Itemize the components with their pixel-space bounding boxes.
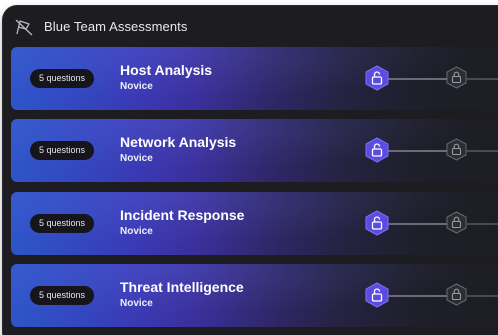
- assessment-level: Novice: [120, 298, 153, 309]
- panel-header: Blue Team Assessments: [3, 6, 498, 48]
- progress-track: [467, 223, 498, 225]
- page-title: Blue Team Assessments: [44, 19, 188, 34]
- progress-track: [385, 150, 449, 152]
- assessment-card-network-analysis[interactable]: 5 questions Network Analysis Novice: [11, 119, 498, 182]
- assessment-title: Incident Response: [120, 207, 245, 223]
- assessment-title: Host Analysis: [120, 62, 213, 78]
- lock-icon: [446, 66, 467, 89]
- app-frame: Blue Team Assessments 5 questions Host A…: [0, 0, 498, 335]
- assessment-card-host-analysis[interactable]: 5 questions Host Analysis Novice: [11, 47, 498, 110]
- question-count-badge: 5 questions: [30, 214, 94, 233]
- question-count-badge: 5 questions: [30, 286, 94, 305]
- progress-track: [385, 223, 449, 225]
- assessment-level: Novice: [120, 153, 153, 164]
- unlock-icon[interactable]: [365, 65, 389, 91]
- progress-track: [385, 295, 449, 297]
- progress-track: [385, 78, 449, 80]
- assessment-title: Network Analysis: [120, 134, 237, 150]
- question-count-badge: 5 questions: [30, 69, 94, 88]
- progress-track: [467, 78, 498, 80]
- progress-track: [467, 150, 498, 152]
- assessment-level: Novice: [120, 81, 153, 92]
- unlock-icon[interactable]: [365, 282, 389, 308]
- assessment-card-threat-intelligence[interactable]: 5 questions Threat Intelligence Novice: [11, 264, 498, 327]
- assessment-card-incident-response[interactable]: 5 questions Incident Response Novice: [11, 192, 498, 255]
- lock-icon: [446, 138, 467, 161]
- unlock-icon[interactable]: [365, 210, 389, 236]
- assessment-level: Novice: [120, 226, 153, 237]
- crossed-flag-icon: [15, 19, 33, 36]
- assessment-title: Threat Intelligence: [120, 279, 244, 295]
- lock-icon: [446, 211, 467, 234]
- unlock-icon[interactable]: [365, 137, 389, 163]
- assessments-panel: Blue Team Assessments 5 questions Host A…: [3, 6, 498, 335]
- question-count-badge: 5 questions: [30, 141, 94, 160]
- progress-track: [467, 295, 498, 297]
- lock-icon: [446, 283, 467, 306]
